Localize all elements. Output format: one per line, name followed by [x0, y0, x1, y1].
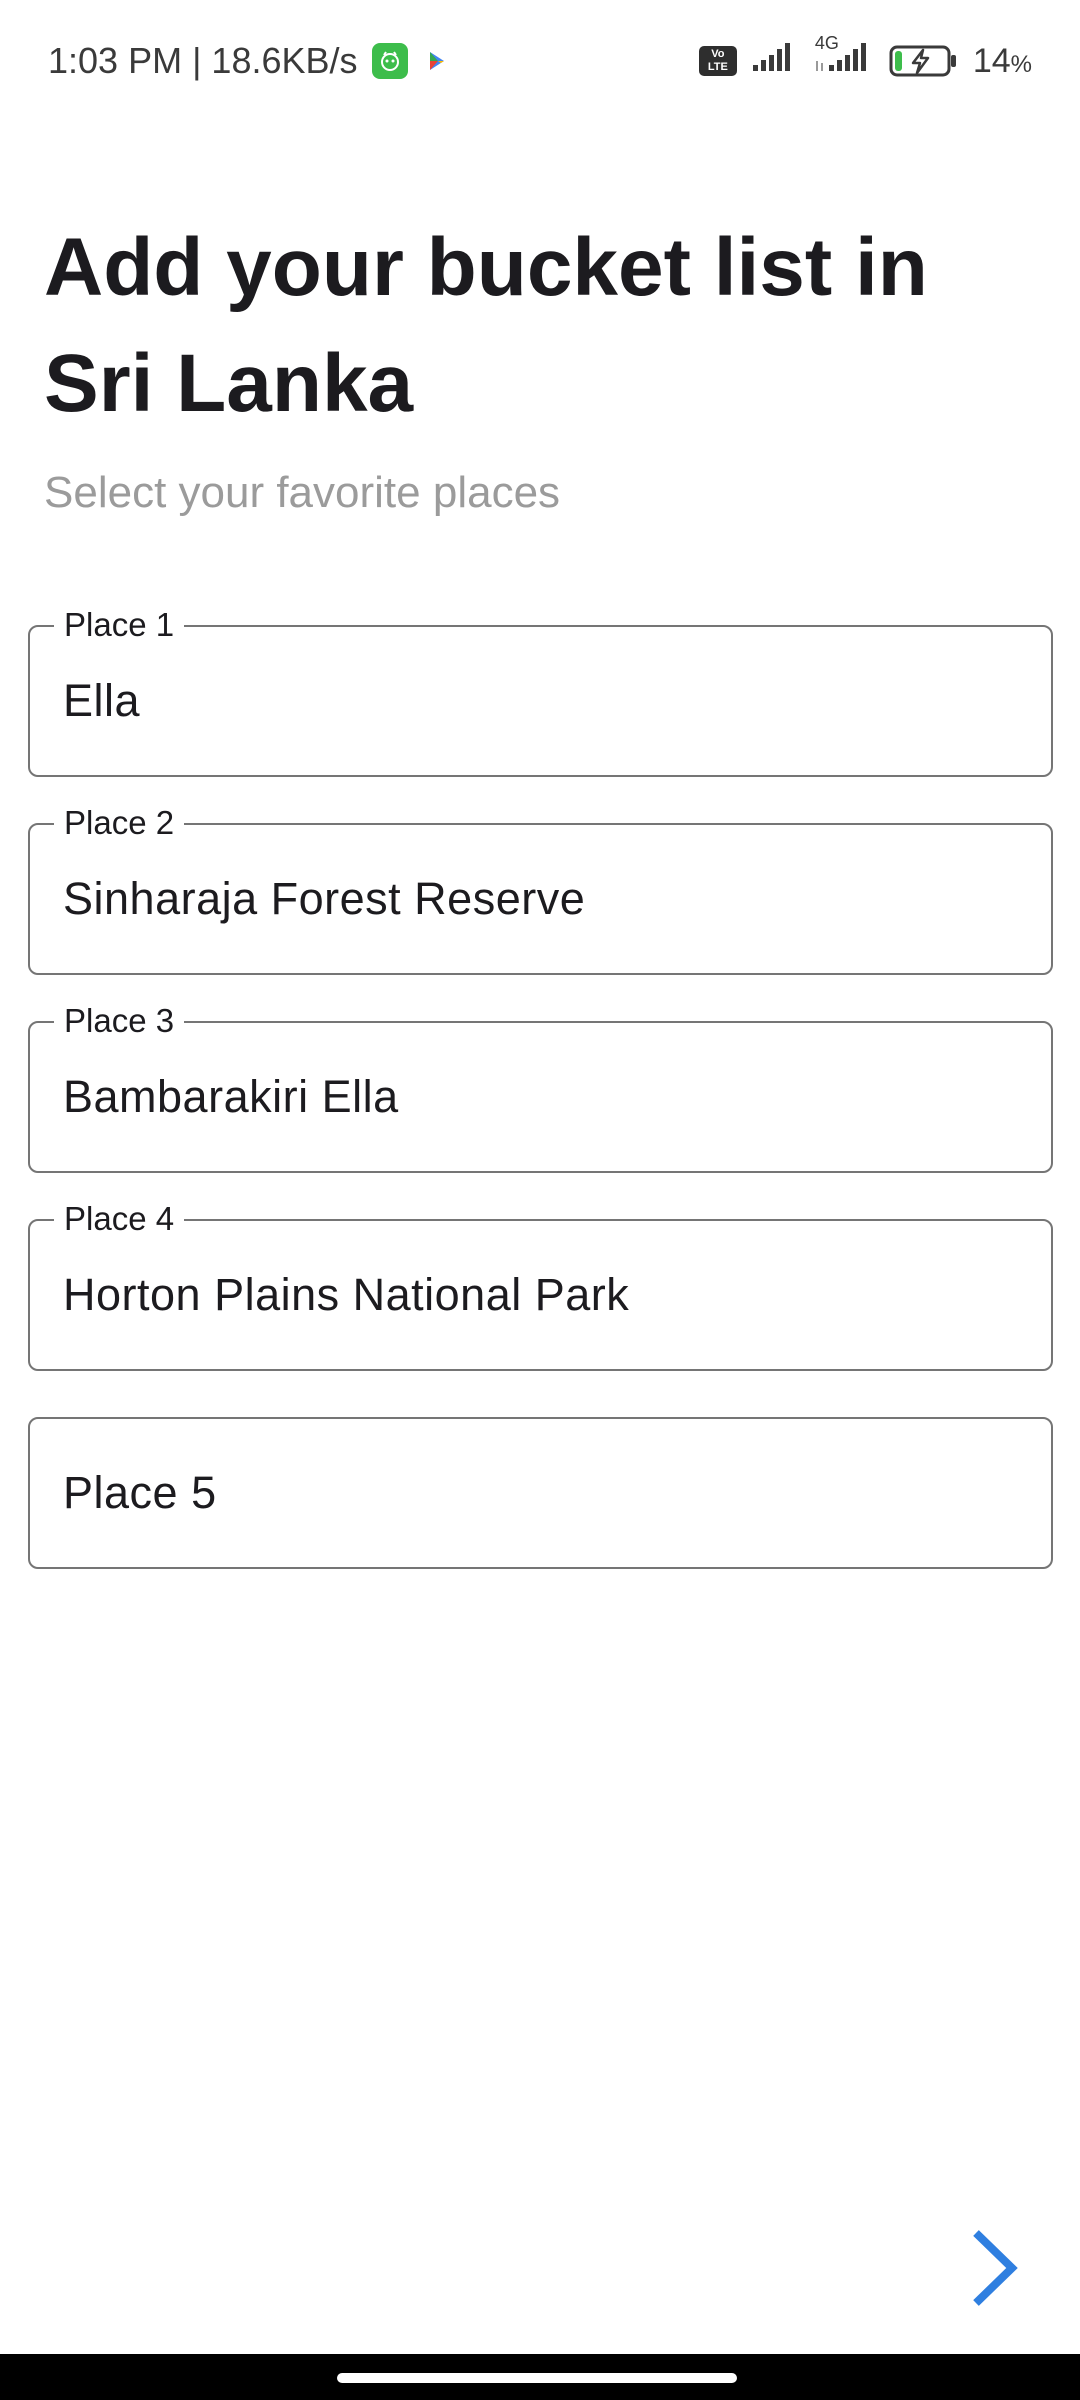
place-3-value: Bambarakiri Ella — [63, 1071, 399, 1122]
place-1-field[interactable]: Place 1 Ella — [28, 605, 1053, 777]
place-2-value: Sinharaja Forest Reserve — [63, 873, 586, 924]
home-indicator[interactable] — [337, 2373, 737, 2383]
screen: 1:03 PM | 18.6KB/s Vo LTE 4G 14% Add you… — [0, 0, 1080, 2400]
place-4-field[interactable]: Place 4 Horton Plains National Park — [28, 1199, 1053, 1371]
signal-4g-icon: 4G — [813, 33, 875, 82]
volte-bottom-label: LTE — [707, 61, 728, 73]
volte-top-label: Vo — [711, 48, 725, 60]
signal-strength-icon — [751, 41, 799, 82]
battery-percent-value: 14 — [972, 41, 1011, 80]
network-label: 4G — [814, 32, 839, 53]
page-title: Add your bucket list in Sri Lanka — [44, 222, 928, 429]
volte-icon: Vo LTE — [698, 46, 737, 76]
next-button[interactable] — [950, 2218, 1040, 2318]
place-5-placeholder: Place 5 — [63, 1467, 217, 1518]
play-store-icon — [422, 47, 450, 75]
status-bar: 1:03 PM | 18.6KB/s Vo LTE 4G 14% — [0, 0, 1080, 122]
page-subtitle: Select your favorite places — [44, 468, 561, 517]
app-notification-icon — [371, 43, 408, 79]
place-2-field[interactable]: Place 2 Sinharaja Forest Reserve — [28, 803, 1053, 975]
chevron-right-icon — [973, 2230, 1018, 2306]
status-left: 1:03 PM | 18.6KB/s — [48, 40, 450, 82]
place-1-value: Ella — [63, 675, 141, 726]
status-right: Vo LTE 4G 14% — [698, 33, 1032, 82]
place-4-value: Horton Plains National Park — [63, 1269, 630, 1320]
battery-icon — [889, 44, 959, 78]
battery-percent-unit: % — [1010, 50, 1032, 78]
place-3-field[interactable]: Place 3 Bambarakiri Ella — [28, 1001, 1053, 1173]
place-5-field[interactable]: Place 5 — [28, 1417, 1053, 1569]
battery-percent: 14% — [973, 42, 1032, 81]
status-time: 1:03 PM | 18.6KB/s — [48, 40, 358, 81]
navigation-bar — [0, 2354, 1080, 2400]
